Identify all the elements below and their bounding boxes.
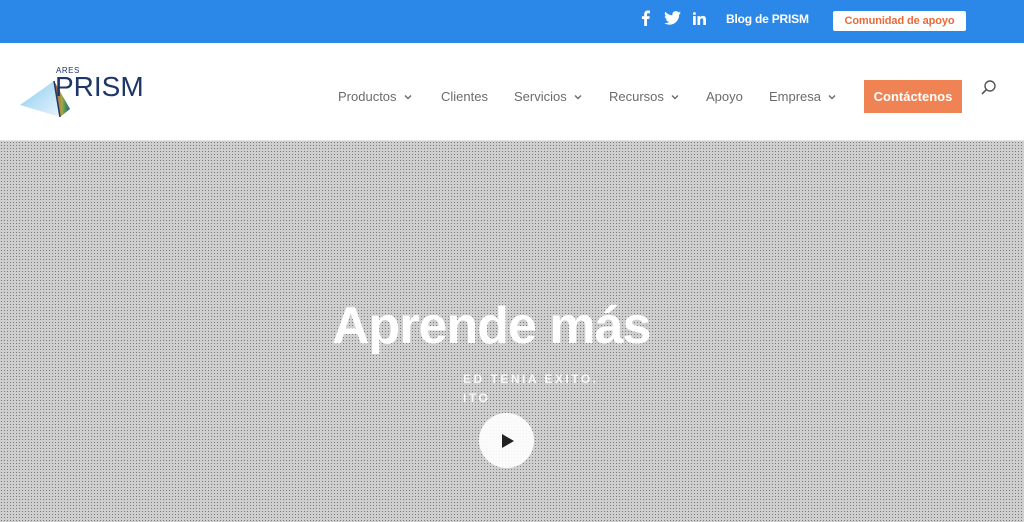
nav-item-empresa[interactable]: Empresa: [769, 89, 837, 104]
twitter-icon[interactable]: [663, 9, 681, 27]
nav-item-apoyo[interactable]: Apoyo: [706, 89, 743, 104]
hero-subtitle-line: ITO: [463, 391, 491, 405]
nav-item-recursos[interactable]: Recursos: [609, 89, 680, 104]
nav-label: Clientes: [441, 89, 488, 104]
chevron-down-icon: [671, 94, 679, 99]
hero-subtitle-line: ED TENIA EXITO.: [463, 372, 599, 386]
nav-item-clientes[interactable]: Clientes: [441, 89, 488, 104]
logo[interactable]: ARES PRISM: [20, 65, 150, 121]
nav-label: Apoyo: [706, 89, 743, 104]
hero-title: Aprende más: [332, 297, 651, 355]
contact-button[interactable]: Contáctenos: [864, 80, 962, 113]
facebook-icon[interactable]: [638, 9, 652, 27]
play-button[interactable]: [479, 413, 534, 468]
top-bar: Blog de PRISM Comunidad de apoyo: [0, 0, 1024, 43]
nav-label: Recursos: [609, 89, 664, 104]
nav-label: Servicios: [514, 89, 567, 104]
nav-item-servicios[interactable]: Servicios: [514, 89, 583, 104]
linkedin-icon[interactable]: [691, 9, 707, 27]
logo-text: PRISM: [55, 71, 144, 102]
play-icon: [501, 433, 514, 448]
chevron-down-icon: [404, 94, 412, 99]
nav-label: Productos: [338, 89, 397, 104]
nav-item-productos[interactable]: Productos: [338, 89, 413, 104]
chevron-down-icon: [828, 94, 836, 99]
support-community-button[interactable]: Comunidad de apoyo: [833, 11, 966, 31]
hero-subtitle: ED TENIA EXITO. ITO: [333, 370, 633, 408]
chevron-down-icon: [574, 94, 582, 99]
main-header: ARES PRISM Productos Clientes Servicios …: [0, 43, 1024, 141]
nav-label: Empresa: [769, 89, 822, 104]
blog-link[interactable]: Blog de PRISM: [726, 12, 809, 26]
search-icon[interactable]: [980, 79, 998, 97]
